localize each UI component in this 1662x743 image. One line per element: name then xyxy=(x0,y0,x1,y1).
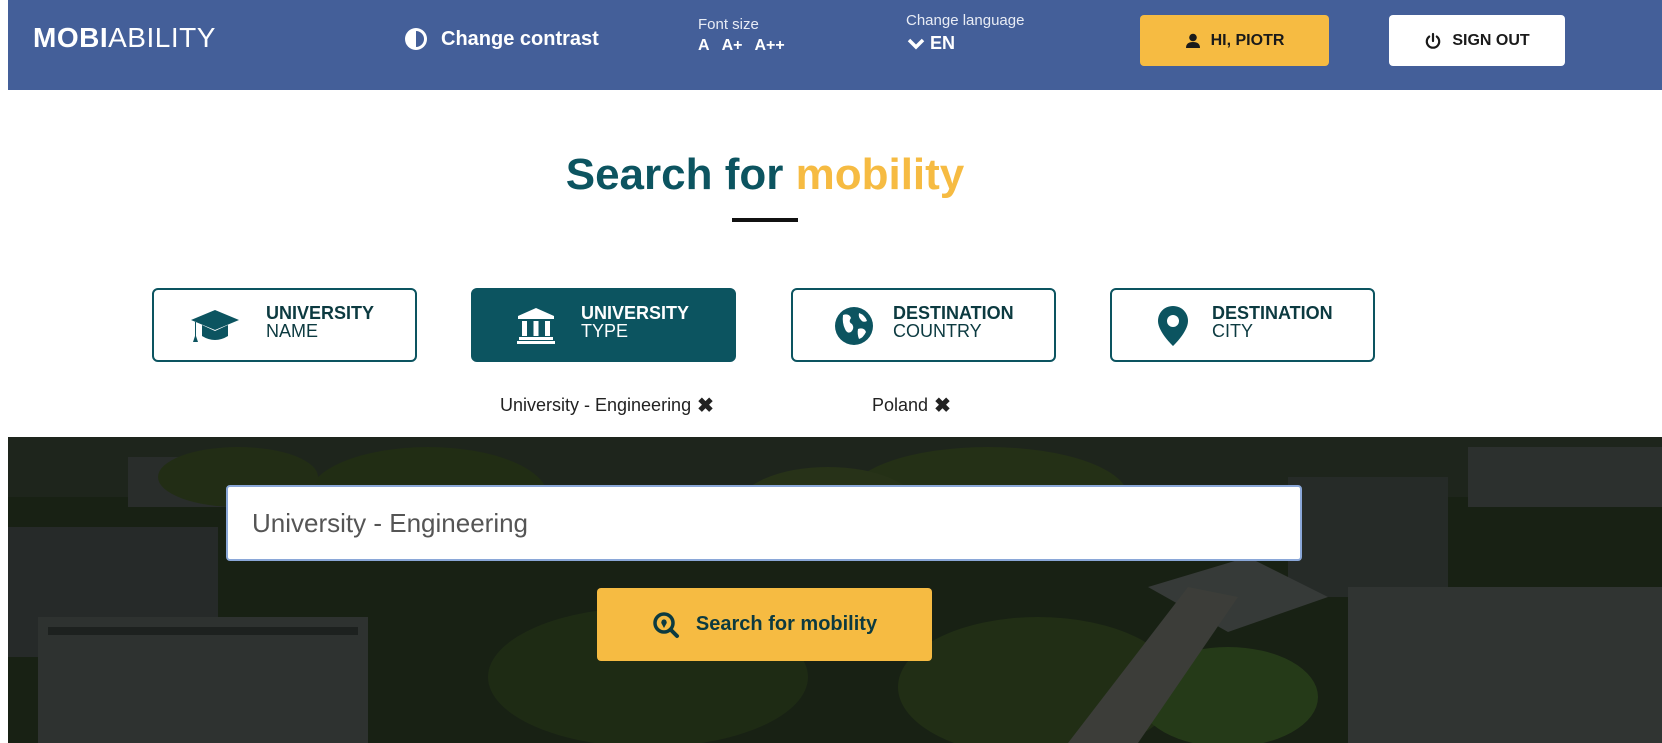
remove-filter-icon[interactable]: ✖ xyxy=(697,396,714,416)
language-value: EN xyxy=(930,33,956,53)
globe-icon xyxy=(829,304,879,348)
power-icon xyxy=(1426,32,1441,49)
contrast-icon xyxy=(405,28,427,50)
tab-destination-city[interactable]: DESTINATION CITY xyxy=(1110,288,1375,362)
sign-out-button[interactable]: SIGN OUT xyxy=(1389,15,1565,66)
filter-chip-country: Poland ✖ xyxy=(872,395,951,416)
font-size-medium-option[interactable]: A+ xyxy=(722,37,743,55)
user-icon xyxy=(1185,33,1200,48)
card-subtitle: TYPE xyxy=(581,321,629,341)
language-label: Change language xyxy=(906,12,1025,29)
sign-out-label: SIGN OUT xyxy=(1452,31,1530,49)
card-title: DESTINATION xyxy=(1212,303,1333,323)
graduation-cap-icon xyxy=(190,304,240,348)
chevron-down-icon xyxy=(907,38,925,49)
change-contrast-toggle[interactable]: Change contrast xyxy=(403,26,599,52)
title-divider xyxy=(732,218,798,222)
filter-chip-label: Poland xyxy=(872,395,929,415)
institution-icon xyxy=(511,304,561,348)
remove-filter-icon[interactable]: ✖ xyxy=(934,396,951,416)
search-location-icon xyxy=(653,611,679,638)
font-size-small-option[interactable]: A xyxy=(698,37,710,55)
tab-university-name[interactable]: UNIVERSITY NAME xyxy=(152,288,417,362)
card-subtitle: NAME xyxy=(266,321,319,341)
app-logo[interactable]: MOBIABILITY xyxy=(33,22,216,54)
top-navigation-bar: MOBIABILITY Change contrast Font size A … xyxy=(8,0,1662,90)
card-title: DESTINATION xyxy=(893,303,1014,323)
font-size-large-option[interactable]: A++ xyxy=(754,37,784,55)
card-subtitle: COUNTRY xyxy=(893,321,982,341)
user-greeting: HI, PIOTR xyxy=(1210,31,1285,49)
page-title: Search for mobility xyxy=(565,150,965,199)
tab-university-type[interactable]: UNIVERSITY TYPE xyxy=(471,288,736,362)
language-control: Change language EN xyxy=(906,12,1024,54)
user-account-button[interactable]: HI, PIOTR xyxy=(1140,15,1329,66)
tab-destination-country[interactable]: DESTINATION COUNTRY xyxy=(791,288,1056,362)
language-dropdown[interactable]: EN xyxy=(906,33,1024,54)
font-size-label: Font size xyxy=(698,16,759,33)
map-marker-icon xyxy=(1148,304,1198,348)
change-contrast-label: Change contrast xyxy=(441,27,599,50)
search-input[interactable] xyxy=(226,485,1302,561)
search-for-mobility-button[interactable]: Search for mobility xyxy=(597,588,932,661)
search-button-label: Search for mobility xyxy=(695,613,878,635)
font-size-control: Font size A A+ A++ xyxy=(698,16,785,55)
filter-chip-university-type: University - Engineering ✖ xyxy=(500,395,714,416)
card-title: UNIVERSITY xyxy=(581,303,690,323)
card-title: UNIVERSITY xyxy=(266,303,375,323)
filter-chip-label: University - Engineering xyxy=(500,395,692,415)
card-subtitle: CITY xyxy=(1212,321,1254,341)
